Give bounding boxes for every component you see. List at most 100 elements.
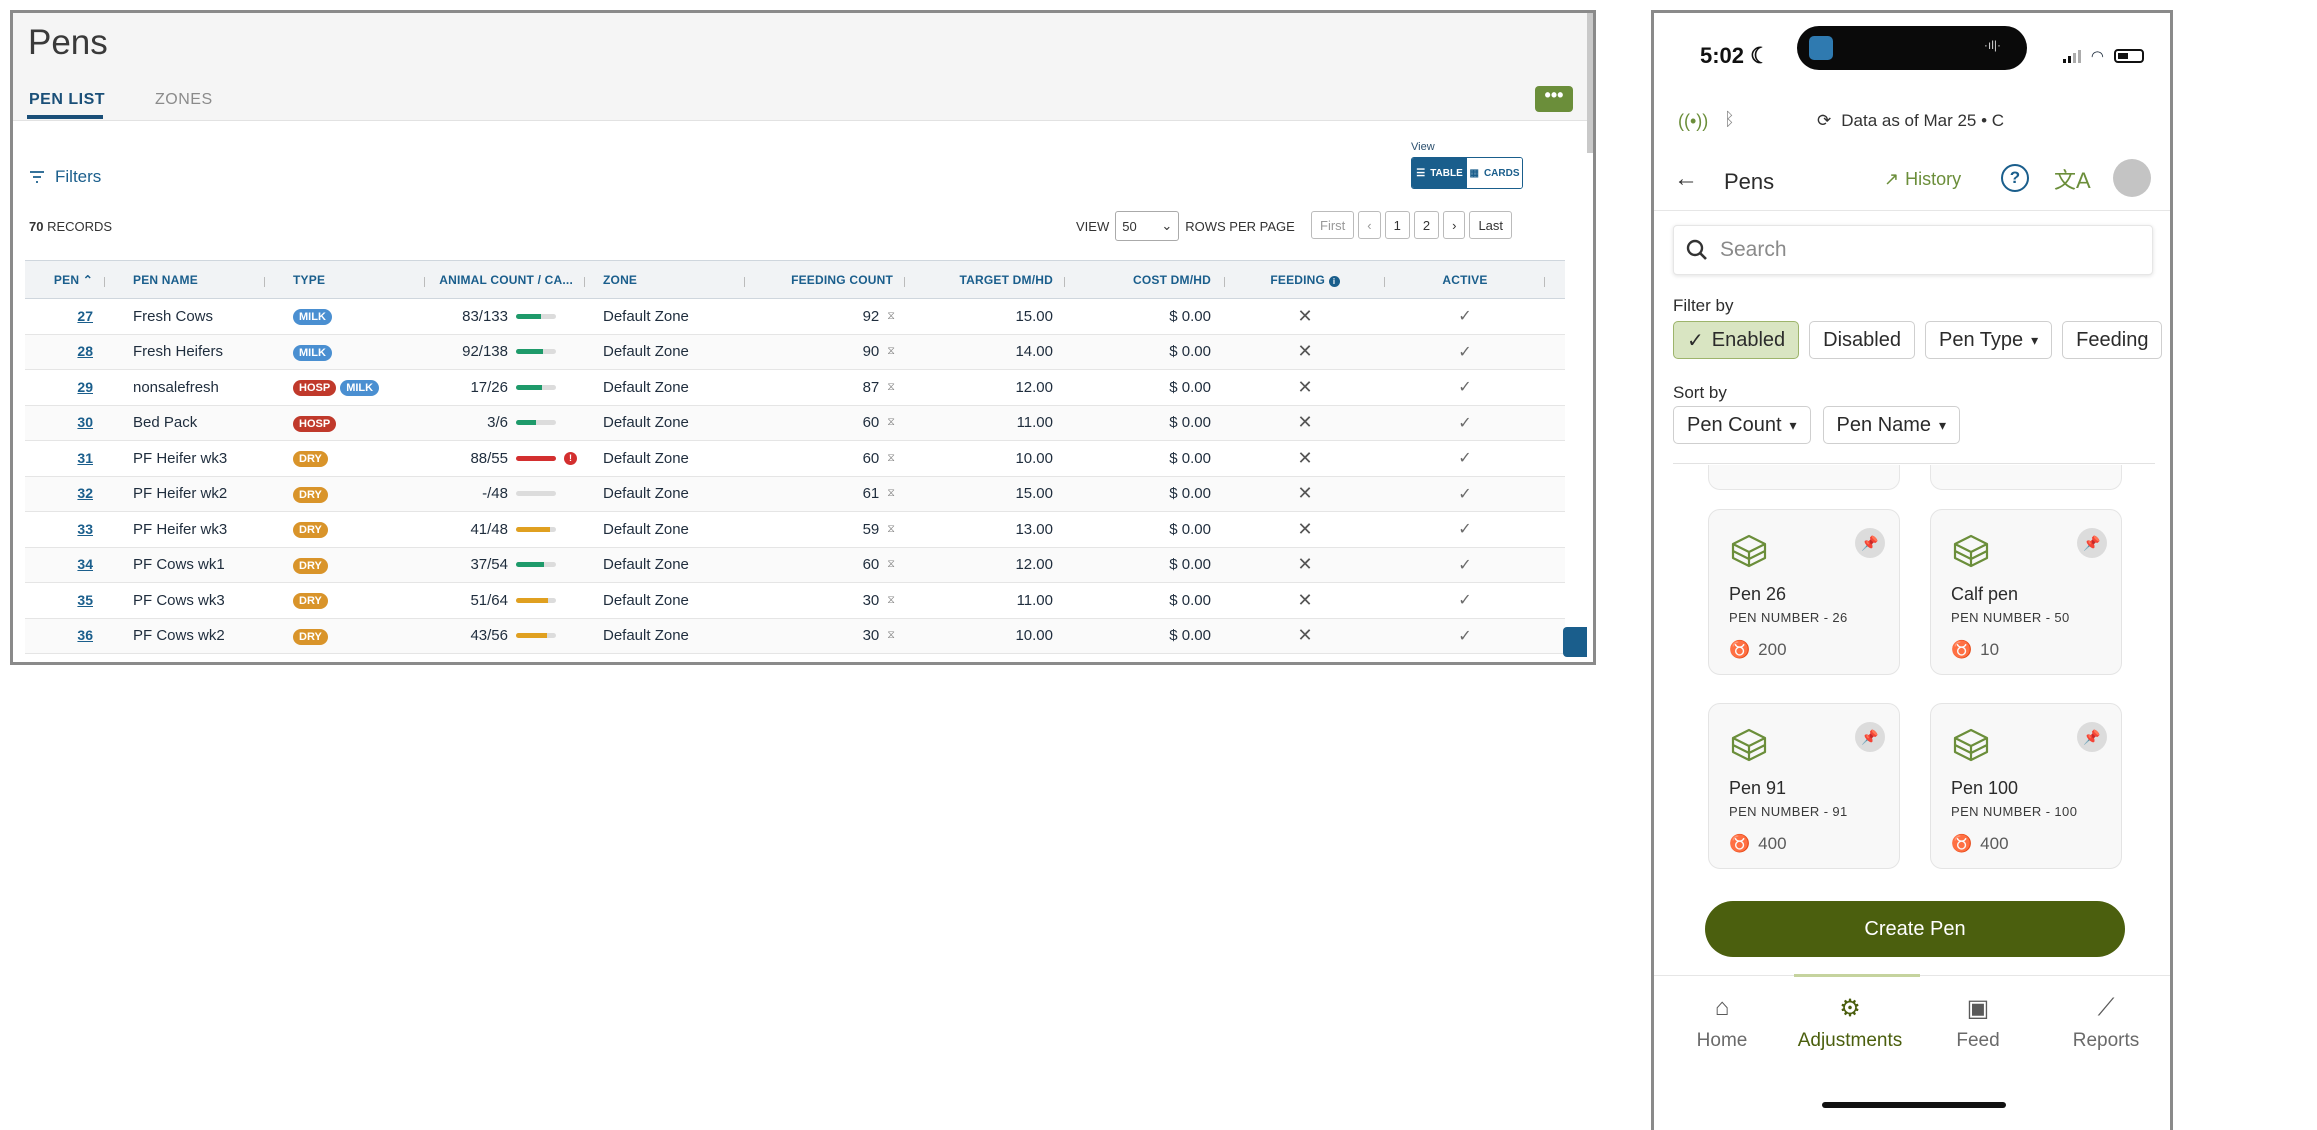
close-icon: ✕ bbox=[1297, 341, 1312, 361]
table-row[interactable]: 31PF Heifer wk3DRY88/55!Default Zone60⧖1… bbox=[25, 441, 1565, 477]
pen-link[interactable]: 33 bbox=[77, 521, 93, 537]
pen-card[interactable]: 📌Pen 26PEN NUMBER - 26♉200 bbox=[1708, 509, 1900, 675]
table-row[interactable]: 36PF Cows wk2DRY43/56Default Zone30⧖10.0… bbox=[25, 619, 1565, 655]
create-pen-button[interactable]: Create Pen bbox=[1705, 901, 2125, 957]
pen-card[interactable]: 📌Pen 100PEN NUMBER - 100♉400 bbox=[1930, 703, 2122, 869]
cell-pen-name: Fresh Cows bbox=[105, 308, 265, 325]
cell-feeding: ✕ bbox=[1225, 306, 1385, 327]
table-row[interactable]: 35PF Cows wk3DRY51/64Default Zone30⧖11.0… bbox=[25, 583, 1565, 619]
table-row[interactable]: 28Fresh HeifersMILK92/138Default Zone90⧖… bbox=[25, 335, 1565, 371]
cell-type: HOSP bbox=[265, 414, 425, 432]
pen-card[interactable]: 📌Calf penPEN NUMBER - 50♉10 bbox=[1930, 509, 2122, 675]
check-icon: ✓ bbox=[1458, 450, 1471, 467]
table-row[interactable]: 30Bed PackHOSP3/6Default Zone60⧖11.00$ 0… bbox=[25, 406, 1565, 442]
cell-cost-dm: $ 0.00 bbox=[1065, 308, 1225, 325]
cell-target-dm: 10.00 bbox=[905, 663, 1065, 665]
column-header-cost-dm[interactable]: COST DM/HD bbox=[1065, 273, 1225, 287]
filter-chip[interactable]: Disabled bbox=[1809, 321, 1915, 359]
column-header-animal-count[interactable]: ANIMAL COUNT / CA... bbox=[425, 273, 585, 287]
support-chat-button[interactable] bbox=[1563, 627, 1587, 657]
column-header-type[interactable]: TYPE bbox=[265, 273, 425, 287]
column-header-target-dm[interactable]: TARGET DM/HD bbox=[905, 273, 1065, 287]
pin-icon[interactable]: 📌 bbox=[2077, 528, 2107, 558]
more-options-button[interactable]: ••• bbox=[1535, 86, 1573, 112]
pen-link[interactable]: 28 bbox=[77, 343, 93, 359]
pen-link[interactable]: 27 bbox=[77, 308, 93, 324]
column-header-active[interactable]: ACTIVE bbox=[1385, 273, 1545, 287]
column-header-feeding[interactable]: FEEDING i bbox=[1225, 273, 1385, 287]
page-first-button[interactable]: First bbox=[1311, 211, 1354, 239]
view-table-button[interactable]: ☰ TABLE bbox=[1412, 158, 1467, 188]
feeding-count-text: 60 bbox=[863, 450, 880, 467]
cell-zone: Default Zone bbox=[585, 379, 745, 396]
page-2-button[interactable]: 2 bbox=[1414, 211, 1439, 239]
check-icon: ✓ bbox=[1458, 521, 1471, 538]
translate-icon[interactable]: 文A bbox=[2054, 163, 2091, 195]
filter-chips: ✓Enabled Disabled Pen Type▾ Feeding bbox=[1673, 321, 2162, 359]
pin-icon[interactable]: 📌 bbox=[1855, 722, 1885, 752]
filter-chip[interactable]: ✓Enabled bbox=[1673, 321, 1799, 359]
table-row[interactable]: 29nonsalefreshHOSPMILK17/26Default Zone8… bbox=[25, 370, 1565, 406]
help-icon[interactable]: ? bbox=[2001, 164, 2029, 192]
tab-pen-list[interactable]: PEN LIST bbox=[29, 91, 105, 109]
filter-chip[interactable]: Pen Type▾ bbox=[1925, 321, 2052, 359]
table-row[interactable]: 37Far Off HeifersDRY62/70Default Zone30⧖… bbox=[25, 654, 1565, 665]
cow-icon: ♉ bbox=[1951, 834, 1972, 854]
tab-reports[interactable]: ⟋Reports bbox=[2046, 994, 2166, 1052]
desktop-pens-window: Pens PEN LIST ZONES ••• Filters View ☰ T… bbox=[10, 10, 1596, 665]
tab-adjustments[interactable]: ⚙Adjustments bbox=[1790, 994, 1910, 1052]
cell-feeding-count: 30⧖ bbox=[745, 592, 905, 609]
rows-per-page-select[interactable]: 50 ⌄ bbox=[1115, 211, 1179, 241]
pen-card-partial[interactable] bbox=[1930, 465, 2122, 490]
page-1-button[interactable]: 1 bbox=[1385, 211, 1410, 239]
column-header-feeding-count[interactable]: FEEDING COUNT bbox=[745, 273, 905, 287]
view-cards-button[interactable]: ▦ CARDS bbox=[1467, 158, 1522, 188]
page-prev-button[interactable]: ‹ bbox=[1358, 211, 1380, 239]
tab-home[interactable]: ⌂Home bbox=[1662, 994, 1782, 1052]
table-row[interactable]: 33PF Heifer wk3DRY41/48Default Zone59⧖13… bbox=[25, 512, 1565, 548]
sort-chip[interactable]: Pen Name▾ bbox=[1823, 406, 1961, 444]
broadcast-icon[interactable]: ((•)) bbox=[1678, 111, 1708, 132]
page-next-button[interactable]: › bbox=[1443, 211, 1465, 239]
tab-feed[interactable]: ▣Feed bbox=[1918, 994, 2038, 1052]
page-last-button[interactable]: Last bbox=[1469, 211, 1512, 239]
pen-card[interactable]: 📌Pen 91PEN NUMBER - 91♉400 bbox=[1708, 703, 1900, 869]
type-badge: HOSP bbox=[293, 416, 336, 432]
search-input[interactable] bbox=[1720, 238, 2120, 262]
data-as-of: ⟳ Data as of Mar 25 • C bbox=[1817, 111, 2004, 131]
column-header-zone[interactable]: ZONE bbox=[585, 273, 745, 287]
pen-link[interactable]: 29 bbox=[77, 379, 93, 395]
pen-link[interactable]: 32 bbox=[77, 485, 93, 501]
bluetooth-off-icon[interactable]: ᛒ bbox=[1724, 109, 1735, 130]
pen-link[interactable]: 34 bbox=[77, 556, 93, 572]
table-row[interactable]: 34PF Cows wk1DRY37/54Default Zone60⧖12.0… bbox=[25, 548, 1565, 584]
back-arrow-icon[interactable]: ← bbox=[1674, 165, 1698, 193]
pen-link[interactable]: 36 bbox=[77, 627, 93, 643]
filters-button[interactable]: Filters bbox=[29, 167, 101, 187]
avatar[interactable] bbox=[2113, 159, 2151, 197]
filter-chip[interactable]: Feeding bbox=[2062, 321, 2162, 359]
column-header-pen-name[interactable]: PEN NAME bbox=[105, 273, 265, 287]
pen-link[interactable]: 35 bbox=[77, 592, 93, 608]
cell-cost-dm: $ 0.00 bbox=[1065, 343, 1225, 360]
cell-type: DRY bbox=[265, 662, 425, 665]
tab-zones[interactable]: ZONES bbox=[155, 91, 213, 109]
pin-icon[interactable]: 📌 bbox=[1855, 528, 1885, 558]
sort-chip[interactable]: Pen Count▾ bbox=[1673, 406, 1811, 444]
animal-count-text: 43/56 bbox=[470, 627, 508, 644]
capacity-bar bbox=[516, 420, 556, 425]
scrollbar[interactable] bbox=[1587, 13, 1593, 153]
pin-icon[interactable]: 📌 bbox=[2077, 722, 2107, 752]
pen-card-partial[interactable] bbox=[1708, 465, 1900, 490]
caret-down-icon: ▾ bbox=[1939, 417, 1946, 434]
pen-link[interactable]: 31 bbox=[77, 450, 93, 466]
table-row[interactable]: 27Fresh CowsMILK83/133Default Zone92⧖15.… bbox=[25, 299, 1565, 335]
feeding-count-text: 92 bbox=[863, 308, 880, 325]
column-header-pen[interactable]: PEN ⌃ bbox=[25, 273, 105, 287]
table-row[interactable]: 32PF Heifer wk2DRY-/48Default Zone61⧖15.… bbox=[25, 477, 1565, 513]
pen-link[interactable]: 30 bbox=[77, 414, 93, 430]
sync-icon[interactable]: ⟳ bbox=[1817, 111, 1831, 131]
close-icon: ✕ bbox=[1297, 306, 1312, 326]
pen-link[interactable]: 37 bbox=[77, 663, 93, 665]
history-button[interactable]: ↗ History bbox=[1884, 169, 1961, 190]
